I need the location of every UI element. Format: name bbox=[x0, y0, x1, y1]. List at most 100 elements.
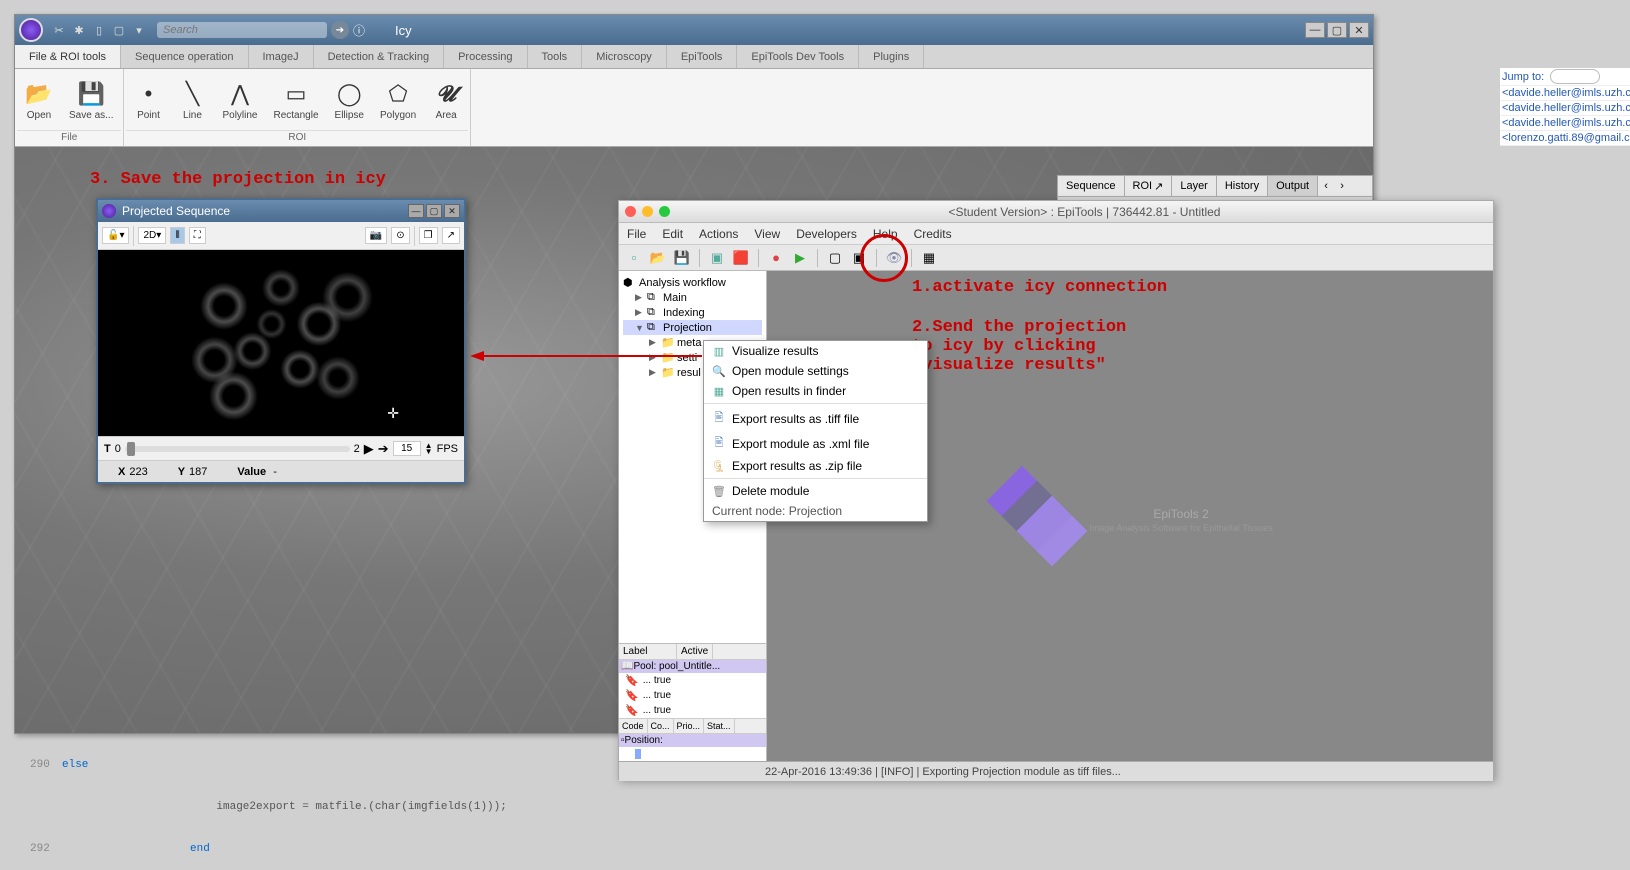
minimize-button[interactable]: — bbox=[408, 204, 424, 218]
ctx-open-finder[interactable]: ▦Open results in finder bbox=[704, 381, 927, 401]
camera-button[interactable]: 📷 bbox=[365, 227, 387, 244]
fit-button[interactable]: ⛶ bbox=[189, 227, 206, 244]
menu-file[interactable]: File bbox=[627, 227, 646, 241]
list-item[interactable]: 🔖... true bbox=[619, 673, 766, 688]
tool-icon[interactable]: ▢ bbox=[111, 22, 127, 38]
tab-co[interactable]: Co... bbox=[648, 719, 674, 733]
tab-processing[interactable]: Processing bbox=[444, 45, 527, 68]
position-row[interactable]: ▫ Position: bbox=[619, 734, 766, 747]
panel-tab-sequence[interactable]: Sequence bbox=[1058, 176, 1125, 196]
open-button[interactable]: 📂 Open bbox=[17, 71, 61, 130]
tab-tools[interactable]: Tools bbox=[528, 45, 583, 68]
maximize-button[interactable]: ▢ bbox=[1327, 22, 1347, 38]
open-icon[interactable]: 📂 bbox=[649, 249, 667, 267]
layers-button[interactable]: ⦀ bbox=[170, 227, 184, 244]
popout-button[interactable]: ↗ bbox=[442, 227, 460, 244]
duplicate-button[interactable]: ❐ bbox=[419, 227, 438, 244]
tree-main[interactable]: ▶⧉Main bbox=[623, 290, 762, 305]
colors-icon[interactable]: 🟥 bbox=[732, 249, 750, 267]
jump-to-input[interactable] bbox=[1550, 69, 1600, 84]
window-minimize-button[interactable] bbox=[642, 206, 653, 217]
extra-icon[interactable]: ▦ bbox=[920, 249, 938, 267]
tab-stat[interactable]: Stat... bbox=[704, 719, 735, 733]
run-icon[interactable]: ▶ bbox=[791, 249, 809, 267]
tab-plugins[interactable]: Plugins bbox=[859, 45, 924, 68]
icy-titlebar: ✂ ✱ ▯ ▢ ▾ Search ➔ ⓘ Icy — ▢ ✕ bbox=[15, 15, 1373, 45]
crosshair-cursor-icon: ✛ bbox=[387, 405, 399, 422]
point-tool[interactable]: •Point bbox=[126, 71, 170, 130]
area-tool[interactable]: 𝓤Area bbox=[424, 71, 468, 130]
tab-file-roi[interactable]: File & ROI tools bbox=[15, 45, 121, 68]
list-item[interactable]: 🔖... true bbox=[619, 703, 766, 718]
tab-detection[interactable]: Detection & Tracking bbox=[314, 45, 445, 68]
rectangle-tool[interactable]: ▭Rectangle bbox=[266, 71, 327, 130]
projection-image-viewer[interactable]: ✛ bbox=[98, 250, 464, 436]
tab-code[interactable]: Code bbox=[619, 719, 648, 733]
proj-titlebar[interactable]: Projected Sequence — ▢ ✕ bbox=[98, 200, 464, 222]
menu-developers[interactable]: Developers bbox=[796, 227, 857, 241]
tool-icon[interactable]: ✱ bbox=[71, 22, 87, 38]
epi-window-title: <Student Version> : EpiTools | 736442.81… bbox=[682, 205, 1487, 219]
tree-projection[interactable]: ▼⧉Projection bbox=[623, 320, 762, 335]
annotation-arrow bbox=[470, 350, 702, 362]
polyline-tool[interactable]: ⋀Polyline bbox=[214, 71, 265, 130]
module-icon[interactable]: ▣ bbox=[708, 249, 726, 267]
new-icon[interactable]: ▫ bbox=[625, 249, 643, 267]
ctx-export-tiff[interactable]: 🖹Export results as .tiff file bbox=[704, 406, 927, 431]
view-mode-select[interactable]: 2D ▾ bbox=[138, 227, 166, 244]
tab-prio[interactable]: Prio... bbox=[674, 719, 705, 733]
maximize-button[interactable]: ▢ bbox=[426, 204, 442, 218]
time-slider[interactable] bbox=[125, 446, 350, 452]
search-input[interactable]: Search bbox=[157, 22, 327, 38]
window-zoom-button[interactable] bbox=[659, 206, 670, 217]
tab-sequence[interactable]: Sequence operation bbox=[121, 45, 248, 68]
menu-actions[interactable]: Actions bbox=[699, 227, 738, 241]
ctx-export-zip[interactable]: 🗜Export results as .zip file bbox=[704, 456, 927, 476]
tab-microscopy[interactable]: Microscopy bbox=[582, 45, 667, 68]
save-as-button[interactable]: 💾 Save as... bbox=[61, 71, 121, 130]
list-item[interactable]: 🔖... true bbox=[619, 688, 766, 703]
ctx-export-xml[interactable]: 🖹Export module as .xml file bbox=[704, 431, 927, 456]
close-button[interactable]: ✕ bbox=[444, 204, 460, 218]
tab-epitools[interactable]: EpiTools bbox=[667, 45, 738, 68]
tool-icon[interactable]: ✂ bbox=[51, 22, 67, 38]
tab-imagej[interactable]: ImageJ bbox=[249, 45, 314, 68]
panel-tab-output[interactable]: Output bbox=[1268, 176, 1318, 196]
window-close-button[interactable] bbox=[625, 206, 636, 217]
close-button[interactable]: ✕ bbox=[1349, 22, 1369, 38]
ellipse-tool[interactable]: ◯Ellipse bbox=[327, 71, 372, 130]
record-icon[interactable]: ● bbox=[767, 249, 785, 267]
menu-view[interactable]: View bbox=[754, 227, 780, 241]
menu-credits[interactable]: Credits bbox=[914, 227, 952, 241]
tree-root[interactable]: ⬢Analysis workflow bbox=[623, 275, 762, 290]
chart-icon: ▥ bbox=[712, 345, 726, 358]
window-icon[interactable]: ▢ bbox=[826, 249, 844, 267]
panel-tab-layer[interactable]: Layer bbox=[1172, 176, 1217, 196]
panel-nav-next[interactable]: › bbox=[1334, 176, 1350, 196]
ctx-open-settings[interactable]: 🔍Open module settings bbox=[704, 361, 927, 381]
panel-tab-roi[interactable]: ROI ↗ bbox=[1125, 176, 1173, 196]
save-icon[interactable]: 💾 bbox=[673, 249, 691, 267]
line-tool[interactable]: ╲Line bbox=[170, 71, 214, 130]
search-go-button[interactable]: ➔ bbox=[331, 21, 349, 39]
menu-edit[interactable]: Edit bbox=[662, 227, 683, 241]
tool-icon[interactable]: ▾ bbox=[131, 22, 147, 38]
step-button[interactable]: ➔ bbox=[378, 441, 389, 457]
lock-button[interactable]: 🔓▾ bbox=[102, 227, 129, 244]
minimize-button[interactable]: — bbox=[1305, 22, 1325, 38]
target-button[interactable]: ⊙ bbox=[391, 227, 409, 244]
panel-nav-prev[interactable]: ‹ bbox=[1318, 176, 1334, 196]
epi-titlebar[interactable]: <Student Version> : EpiTools | 736442.81… bbox=[619, 201, 1493, 223]
play-button[interactable]: ▶ bbox=[364, 441, 374, 457]
help-icon[interactable]: ⓘ bbox=[353, 22, 365, 39]
tool-icon[interactable]: ▯ bbox=[91, 22, 107, 38]
tree-indexing[interactable]: ▶⧉Indexing bbox=[623, 305, 762, 320]
fps-input[interactable] bbox=[393, 441, 421, 456]
tab-epitools-dev[interactable]: EpiTools Dev Tools bbox=[737, 45, 859, 68]
panel-tab-history[interactable]: History bbox=[1217, 176, 1268, 196]
pool-row[interactable]: 📖 Pool: pool_Untitle... bbox=[619, 660, 766, 673]
polygon-tool[interactable]: ⬠Polygon bbox=[372, 71, 424, 130]
ctx-visualize[interactable]: ▥Visualize results bbox=[704, 341, 927, 361]
fps-stepper[interactable]: ▲▼ bbox=[425, 443, 433, 455]
ctx-delete[interactable]: 🗑Delete module bbox=[704, 481, 927, 501]
